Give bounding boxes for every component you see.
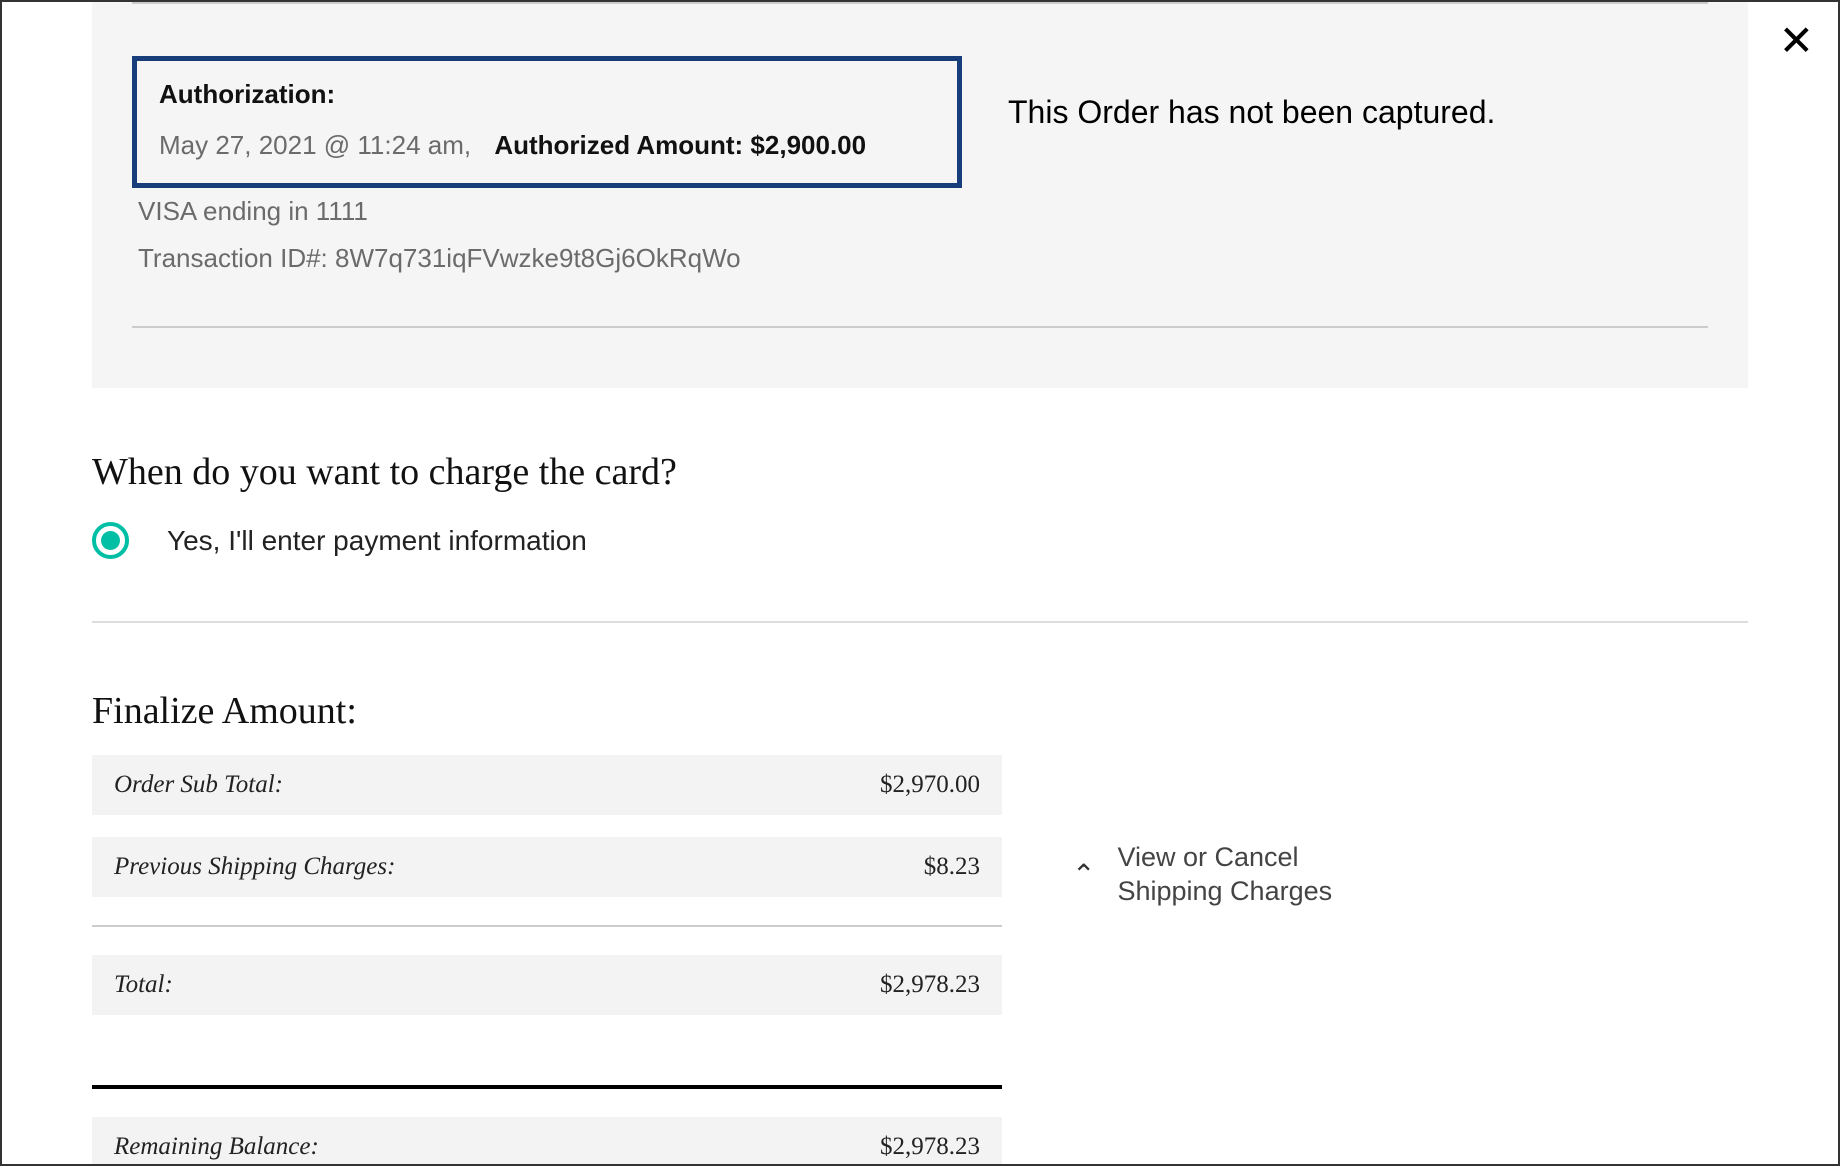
authorization-extra: VISA ending in 1111 Transaction ID#: 8W7… xyxy=(132,196,962,274)
authorization-block: Authorization: May 27, 2021 @ 11:24 am, … xyxy=(132,56,962,274)
subtotal-label: Order Sub Total: xyxy=(114,771,283,799)
divider-thick xyxy=(92,1085,1002,1089)
divider xyxy=(92,925,1002,927)
divider xyxy=(132,2,1708,4)
charge-option-row[interactable]: Yes, I'll enter payment information xyxy=(92,522,1748,559)
row-total: Total: $2,978.23 xyxy=(92,955,1002,1015)
authorization-row: Authorization: May 27, 2021 @ 11:24 am, … xyxy=(132,56,1708,274)
prev-shipping-value: $8.23 xyxy=(924,853,980,881)
radio-button[interactable] xyxy=(92,522,129,559)
close-button[interactable]: ✕ xyxy=(1779,20,1814,62)
total-value: $2,978.23 xyxy=(880,971,980,999)
modal-viewport: ✕ Authorization: May 27, 2021 @ 11:24 am… xyxy=(0,0,1840,1166)
charge-option-label: Yes, I'll enter payment information xyxy=(167,525,587,557)
subtotal-value: $2,970.00 xyxy=(880,771,980,799)
radio-selected-icon xyxy=(101,531,120,550)
authorization-highlight-box: Authorization: May 27, 2021 @ 11:24 am, … xyxy=(132,56,962,188)
row-prev-shipping: Previous Shipping Charges: $8.23 xyxy=(92,837,1002,897)
divider xyxy=(132,326,1708,328)
shipping-toggle-label: View or Cancel Shipping Charges xyxy=(1117,841,1347,909)
authorization-card: Authorization: May 27, 2021 @ 11:24 am, … xyxy=(92,2,1748,388)
total-label: Total: xyxy=(114,971,173,999)
charge-heading: When do you want to charge the card? xyxy=(92,450,1748,494)
not-captured-message: This Order has not been captured. xyxy=(998,56,1708,131)
authorization-title: Authorization: xyxy=(159,79,935,110)
authorized-amount: Authorized Amount: $2,900.00 xyxy=(494,130,866,160)
authorization-datetime: May 27, 2021 @ 11:24 am, xyxy=(159,130,471,160)
remaining-value: $2,978.23 xyxy=(880,1133,980,1161)
row-subtotal: Order Sub Total: $2,970.00 xyxy=(92,755,1002,815)
transaction-id: Transaction ID#: 8W7q731iqFVwzke9t8Gj6Ok… xyxy=(138,243,962,274)
finalize-grid: Order Sub Total: $2,970.00 Previous Ship… xyxy=(92,755,1748,1166)
row-remaining: Remaining Balance: $2,978.23 xyxy=(92,1117,1002,1166)
close-icon: ✕ xyxy=(1779,17,1814,64)
finalize-table: Order Sub Total: $2,970.00 Previous Ship… xyxy=(92,755,1002,1166)
card-info: VISA ending in 1111 xyxy=(138,196,962,227)
prev-shipping-label: Previous Shipping Charges: xyxy=(114,853,395,881)
modal-content: Authorization: May 27, 2021 @ 11:24 am, … xyxy=(2,2,1838,1166)
charge-section: When do you want to charge the card? Yes… xyxy=(92,450,1748,623)
remaining-label: Remaining Balance: xyxy=(114,1133,319,1161)
finalize-section: Finalize Amount: Order Sub Total: $2,970… xyxy=(92,689,1748,1166)
divider xyxy=(92,621,1748,623)
finalize-heading: Finalize Amount: xyxy=(92,689,1748,733)
authorization-detail-line: May 27, 2021 @ 11:24 am, Authorized Amou… xyxy=(159,130,935,161)
chevron-up-icon: ⌃ xyxy=(1072,861,1095,889)
shipping-toggle[interactable]: ⌃ View or Cancel Shipping Charges xyxy=(1072,841,1347,909)
